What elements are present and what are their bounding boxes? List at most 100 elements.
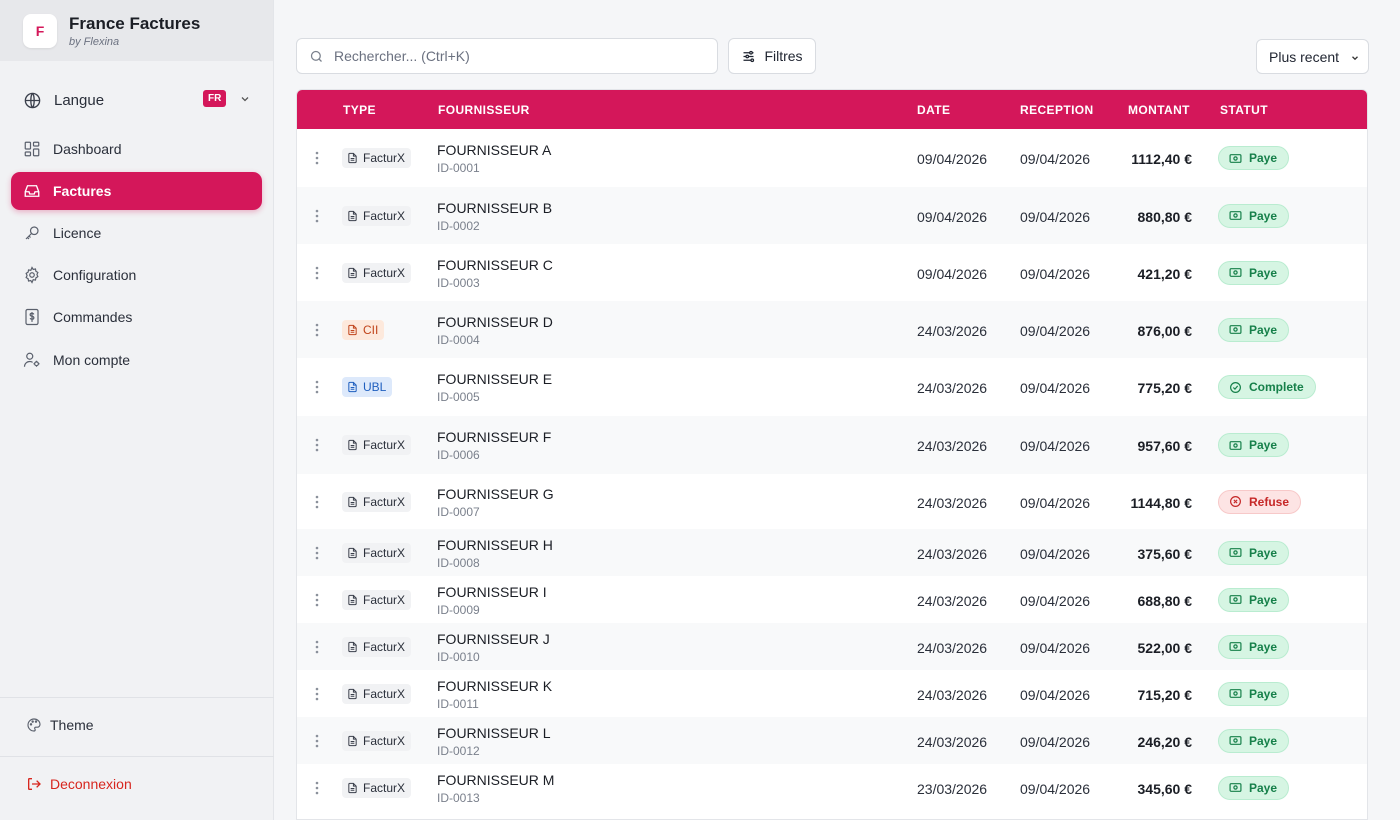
reception-date: 09/04/2026: [1020, 545, 1091, 562]
sidebar-item-licence[interactable]: Licence: [11, 214, 262, 252]
column-header-date[interactable]: DATE: [917, 103, 950, 117]
type-badge: FacturX: [342, 148, 412, 168]
table-row[interactable]: UBL FOURNISSEUR E ID-0005 24/03/2026 09/04/2…: [297, 358, 1367, 416]
type-label: UBL: [363, 380, 387, 394]
user-cog-icon: [23, 352, 40, 367]
supplier-name[interactable]: FOURNISSEUR D: [437, 314, 553, 330]
type-label: FacturX: [363, 545, 406, 560]
sort-select[interactable]: Plus recent: [1256, 39, 1369, 74]
sidebar-item-label: Factures: [53, 183, 112, 199]
type-label: CII: [363, 322, 379, 337]
document-icon: [348, 782, 357, 793]
type-label: FacturX: [363, 780, 406, 795]
sliders-icon: [743, 50, 755, 62]
row-menu-icon[interactable]: [315, 593, 319, 612]
sidebar-item-label: Dashboard: [53, 141, 122, 157]
sidebar-item-label: Mon compte: [53, 352, 131, 368]
supplier-name[interactable]: FOURNISSEUR A: [437, 142, 551, 158]
table-row[interactable]: FacturX FOURNISSEUR F ID-0006 24/03/2026 09/…: [297, 416, 1367, 474]
type-label: FacturX: [363, 686, 406, 701]
document-icon: [348, 547, 357, 558]
document-icon: [348, 324, 357, 335]
banknote-icon: [1229, 211, 1242, 220]
language-label: Langue: [54, 91, 105, 109]
sidebar-item-factures[interactable]: Factures: [11, 172, 262, 210]
row-menu-icon[interactable]: [315, 151, 319, 170]
invoice-id: ID-0006: [437, 448, 480, 462]
reception-date: 09/04/2026: [1020, 733, 1091, 750]
status-label: Paye: [1249, 592, 1278, 607]
status-badge: Complete: [1218, 375, 1316, 399]
supplier-name[interactable]: FOURNISSEUR E: [437, 371, 552, 387]
chevron-down-icon[interactable]: [239, 93, 251, 105]
document-icon: [348, 735, 357, 746]
theme-button[interactable]: Theme: [26, 717, 94, 733]
language-selector[interactable]: Langue FR: [23, 87, 251, 113]
supplier-name[interactable]: FOURNISSEUR J: [437, 631, 550, 647]
row-menu-icon[interactable]: [315, 380, 319, 399]
supplier-name[interactable]: FOURNISSEUR L: [437, 725, 551, 741]
row-menu-icon[interactable]: [315, 687, 319, 706]
row-menu-icon[interactable]: [315, 266, 319, 285]
sidebar-divider: [0, 756, 274, 757]
table-row[interactable]: FacturX FOURNISSEUR A ID-0001 09/04/2026 09/…: [297, 129, 1367, 187]
row-menu-icon[interactable]: [315, 438, 319, 457]
column-header-status[interactable]: STATUT: [1220, 103, 1268, 117]
supplier-name[interactable]: FOURNISSEUR H: [437, 537, 553, 553]
sidebar-item-configuration[interactable]: Configuration: [11, 256, 262, 294]
table-row[interactable]: FacturX FOURNISSEUR K ID-0011 24/03/2026 09/…: [297, 670, 1367, 717]
type-badge: UBL: [342, 377, 393, 397]
supplier-name[interactable]: FOURNISSEUR C: [437, 257, 553, 273]
table-row[interactable]: FacturX FOURNISSEUR M ID-0013 23/03/2026 09/…: [297, 764, 1367, 811]
search-input[interactable]: [334, 48, 694, 64]
supplier-name[interactable]: FOURNISSEUR I: [437, 584, 547, 600]
row-menu-icon[interactable]: [315, 781, 319, 800]
row-menu-icon[interactable]: [315, 209, 319, 228]
table-row[interactable]: FacturX FOURNISSEUR C ID-0003 09/04/2026 09/…: [297, 244, 1367, 301]
grid-icon: [24, 141, 40, 157]
reception-date: 09/04/2026: [1020, 322, 1091, 339]
banknote-icon: [1229, 736, 1242, 745]
table-row[interactable]: FacturX FOURNISSEUR G ID-0007 24/03/2026 09/…: [297, 474, 1367, 529]
supplier-name[interactable]: FOURNISSEUR F: [437, 429, 551, 445]
filters-button[interactable]: Filtres: [728, 38, 816, 74]
row-menu-icon[interactable]: [315, 495, 319, 514]
supplier-name[interactable]: FOURNISSEUR K: [437, 678, 552, 694]
invoice-amount: 421,20 €: [1137, 265, 1193, 282]
column-header-amount[interactable]: MONTANT: [1128, 103, 1190, 117]
table-row[interactable]: CII FOURNISSEUR D ID-0004 24/03/2026 09/04/2…: [297, 301, 1367, 358]
sidebar-item-commandes[interactable]: Commandes: [11, 298, 262, 336]
sidebar-item-mon-compte[interactable]: Mon compte: [11, 341, 262, 379]
supplier-name[interactable]: FOURNISSEUR B: [437, 200, 552, 216]
table-row[interactable]: FacturX FOURNISSEUR L ID-0012 24/03/2026 09/…: [297, 717, 1367, 764]
status-label: Paye: [1249, 151, 1278, 165]
row-menu-icon[interactable]: [315, 734, 319, 753]
row-menu-icon[interactable]: [315, 323, 319, 342]
supplier-name[interactable]: FOURNISSEUR G: [437, 486, 554, 502]
sidebar-item-dashboard[interactable]: Dashboard: [11, 130, 262, 168]
column-header-reception[interactable]: RECEPTION: [1020, 103, 1094, 117]
document-icon: [348, 381, 357, 393]
status-badge: Paye: [1218, 587, 1290, 612]
invoice-date: 24/03/2026: [917, 545, 988, 562]
table-row[interactable]: FacturX FOURNISSEUR J ID-0010 24/03/2026 09/…: [297, 623, 1367, 670]
table-row[interactable]: FacturX FOURNISSEUR H ID-0008 24/03/2026 09/…: [297, 529, 1367, 576]
search-box[interactable]: [296, 38, 718, 74]
column-header-type[interactable]: TYPE: [343, 103, 376, 117]
brand-logo[interactable]: F: [23, 13, 57, 48]
column-header-supplier[interactable]: FOURNISSEUR: [438, 103, 530, 117]
invoice-date: 09/04/2026: [917, 208, 988, 225]
table-row[interactable]: FacturX FOURNISSEUR B ID-0002 09/04/2026 09/…: [297, 187, 1367, 244]
table-row[interactable]: FacturX FOURNISSEUR I ID-0009 24/03/2026 09/…: [297, 576, 1367, 623]
type-badge: FacturX: [342, 589, 412, 610]
inbox-icon: [24, 185, 40, 197]
row-menu-icon[interactable]: [315, 640, 319, 659]
row-menu-icon[interactable]: [315, 546, 319, 565]
logout-button[interactable]: Deconnexion: [26, 776, 132, 792]
reception-date: 09/04/2026: [1020, 592, 1091, 609]
app-subtitle: by Flexina: [69, 35, 120, 48]
type-badge: FacturX: [342, 435, 412, 455]
supplier-name[interactable]: FOURNISSEUR M: [437, 772, 554, 788]
status-label: Refuse: [1249, 494, 1290, 509]
status-label: Paye: [1249, 686, 1278, 701]
